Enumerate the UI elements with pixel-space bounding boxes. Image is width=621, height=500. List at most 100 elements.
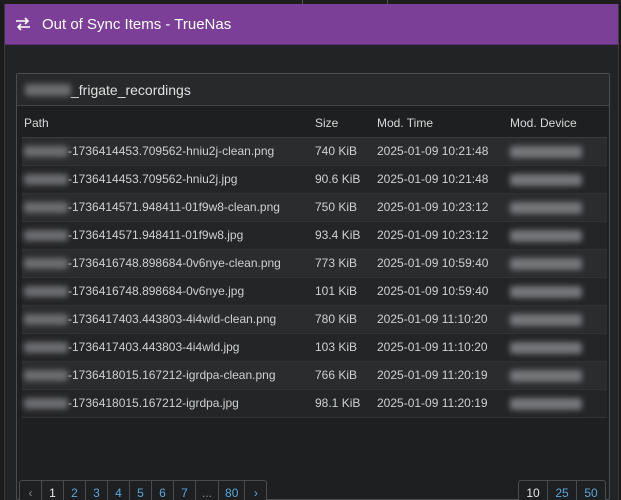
- modal-title: Out of Sync Items - TrueNas: [42, 15, 232, 33]
- redacted-device-name: [510, 145, 582, 158]
- cell-mod-time: 2025-01-09 10:59:40: [375, 277, 508, 306]
- cell-mod-time: 2025-01-09 11:20:19: [375, 361, 508, 390]
- redacted-device-name: [510, 313, 582, 326]
- redacted-path-prefix: [24, 174, 68, 186]
- cell-mod-time: 2025-01-09 11:20:19: [375, 389, 508, 418]
- page-size-25[interactable]: 25: [547, 480, 577, 500]
- cell-path: -1736414453.709562-hniu2j-clean.png: [22, 137, 313, 166]
- cell-size: 740 KiB: [313, 137, 375, 166]
- pagination-page-7[interactable]: 7: [173, 480, 196, 500]
- page-size-50[interactable]: 50: [576, 480, 606, 500]
- redacted-path-prefix: [24, 230, 68, 242]
- table-row[interactable]: -1736414453.709562-hniu2j.jpg 90.6 KiB 202…: [22, 165, 607, 194]
- cell-mod-device: [508, 137, 607, 166]
- redacted-device-name: [510, 257, 582, 270]
- cell-path: -1736414571.948411-01f9w8-clean.png: [22, 193, 313, 222]
- table-row[interactable]: -1736414571.948411-01f9w8-clean.png 750 K…: [22, 193, 607, 222]
- table-row[interactable]: -1736414571.948411-01f9w8.jpg 93.4 KiB 202…: [22, 221, 607, 250]
- cell-mod-time: 2025-01-09 10:59:40: [375, 249, 508, 278]
- path-text: -1736414571.948411-01f9w8-clean.png: [68, 200, 280, 214]
- pagination: ‹ 1 2 3 4 5 6 7... 80 ›: [19, 480, 268, 500]
- table-row[interactable]: -1736417403.443803-4i4wld.jpg 103 KiB 2025…: [22, 333, 607, 362]
- pagination-next-button[interactable]: ›: [244, 480, 268, 500]
- cell-mod-device: [508, 389, 607, 418]
- cell-mod-time: 2025-01-09 10:21:48: [375, 165, 508, 194]
- cell-path: -1736418015.167212-igrdpa-clean.png: [22, 361, 313, 390]
- redacted-folder-prefix: [25, 83, 71, 96]
- pagination-page-3[interactable]: 3: [85, 480, 108, 500]
- redacted-path-prefix: [24, 314, 68, 326]
- out-of-sync-modal: Out of Sync Items - TrueNas _frigate_rec…: [4, 4, 619, 500]
- folder-panel-title: _frigate_recordings: [17, 74, 609, 106]
- cell-path: -1736414571.948411-01f9w8.jpg: [22, 221, 313, 250]
- redacted-device-name: [510, 201, 582, 214]
- redacted-device-name: [510, 285, 582, 298]
- pagination-ellipsis[interactable]: ...: [195, 480, 220, 500]
- column-header-mod-device[interactable]: Mod. Device: [508, 110, 607, 138]
- redacted-path-prefix: [24, 286, 68, 298]
- table-row[interactable]: -1736416748.898684-0v6nye-clean.png 773 K…: [22, 249, 607, 278]
- redacted-device-name: [510, 229, 582, 242]
- cell-size: 773 KiB: [313, 249, 375, 278]
- table-row[interactable]: -1736416748.898684-0v6nye.jpg 101 KiB 2025…: [22, 277, 607, 306]
- folder-panel: _frigate_recordings Path Size Mod. Time …: [16, 73, 610, 500]
- cell-mod-device: [508, 249, 607, 278]
- cell-path: -1736414453.709562-hniu2j.jpg: [22, 165, 313, 194]
- cell-mod-time: 2025-01-09 10:23:12: [375, 221, 508, 250]
- path-text: -1736416748.898684-0v6nye-clean.png: [68, 256, 281, 270]
- path-text: -1736414453.709562-hniu2j.jpg: [68, 172, 238, 186]
- table-header-row: Path Size Mod. Time Mod. Device: [22, 110, 607, 138]
- path-text: -1736416748.898684-0v6nye.jpg: [68, 284, 245, 298]
- redacted-path-prefix: [24, 202, 68, 214]
- cell-size: 750 KiB: [313, 193, 375, 222]
- cell-size: 90.6 KiB: [313, 165, 375, 194]
- pagination-page-6[interactable]: 6: [151, 480, 174, 500]
- path-text: -1736418015.167212-igrdpa.jpg: [68, 396, 239, 410]
- cell-mod-device: [508, 361, 607, 390]
- cell-mod-time: 2025-01-09 10:21:48: [375, 137, 508, 166]
- column-header-path[interactable]: Path: [22, 110, 313, 138]
- cell-mod-device: [508, 165, 607, 194]
- pagination-prev-button[interactable]: ‹: [19, 480, 42, 500]
- cell-size: 780 KiB: [313, 305, 375, 334]
- cell-path: -1736417403.443803-4i4wld.jpg: [22, 333, 313, 362]
- redacted-device-name: [510, 173, 582, 186]
- table-row[interactable]: -1736417403.443803-4i4wld-clean.png 780 K…: [22, 305, 607, 334]
- cell-mod-device: [508, 193, 607, 222]
- cell-mod-device: [508, 221, 607, 250]
- pagination-page-4[interactable]: 4: [107, 480, 130, 500]
- cell-mod-time: 2025-01-09 11:10:20: [375, 305, 508, 334]
- cell-path: -1736416748.898684-0v6nye-clean.png: [22, 249, 313, 278]
- pagination-page-last[interactable]: 80: [218, 480, 246, 500]
- path-text: -1736414571.948411-01f9w8.jpg: [68, 228, 244, 242]
- cell-mod-device: [508, 277, 607, 306]
- cell-size: 766 KiB: [313, 361, 375, 390]
- modal-header: Out of Sync Items - TrueNas: [5, 4, 618, 45]
- table-row[interactable]: -1736418015.167212-igrdpa-clean.png 766 K…: [22, 361, 607, 390]
- folder-name-suffix: _frigate_recordings: [71, 81, 191, 98]
- path-text: -1736418015.167212-igrdpa-clean.png: [68, 368, 276, 382]
- cell-size: 101 KiB: [313, 277, 375, 306]
- page-size-10[interactable]: 10: [518, 480, 548, 500]
- cell-size: 93.4 KiB: [313, 221, 375, 250]
- cell-mod-time: 2025-01-09 11:10:20: [375, 333, 508, 362]
- redacted-path-prefix: [24, 370, 68, 382]
- pagination-page-5[interactable]: 5: [129, 480, 152, 500]
- cell-mod-device: [508, 333, 607, 362]
- redacted-device-name: [510, 341, 582, 354]
- cell-mod-time: 2025-01-09 10:23:12: [375, 193, 508, 222]
- cell-path: -1736416748.898684-0v6nye.jpg: [22, 277, 313, 306]
- page-size-selector: 10 25 50: [518, 480, 606, 500]
- redacted-path-prefix: [24, 258, 68, 270]
- table-row[interactable]: -1736418015.167212-igrdpa.jpg 98.1 KiB 202…: [22, 389, 607, 418]
- path-text: -1736417403.443803-4i4wld.jpg: [68, 340, 240, 354]
- column-header-mod-time[interactable]: Mod. Time: [375, 110, 508, 138]
- column-header-size[interactable]: Size: [313, 110, 375, 138]
- pagination-page-2[interactable]: 2: [63, 480, 86, 500]
- redacted-device-name: [510, 397, 582, 410]
- cell-path: -1736417403.443803-4i4wld-clean.png: [22, 305, 313, 334]
- table-row[interactable]: -1736414453.709562-hniu2j-clean.png 740 K…: [22, 137, 607, 166]
- pagination-page-1[interactable]: 1: [41, 480, 64, 500]
- cell-path: -1736418015.167212-igrdpa.jpg: [22, 389, 313, 418]
- cell-size: 103 KiB: [313, 333, 375, 362]
